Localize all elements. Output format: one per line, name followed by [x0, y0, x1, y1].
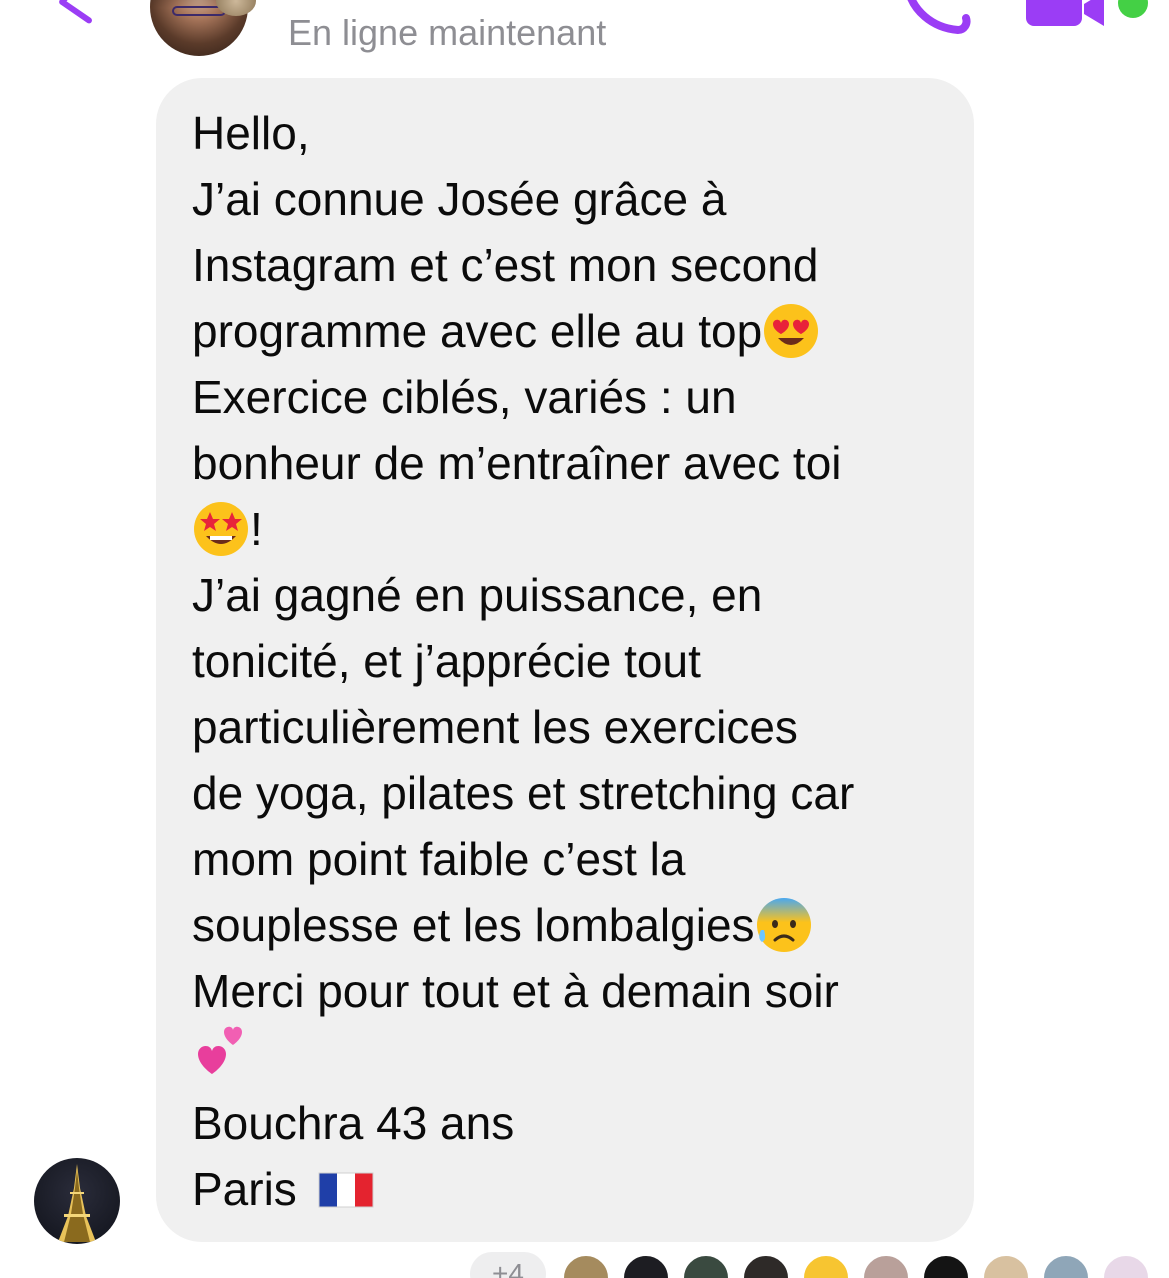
message-line: J’ai gagné en puissance, en: [192, 569, 763, 621]
anxious-sweat-emoji: [755, 896, 813, 954]
message-line: Bouchra 43 ans: [192, 1097, 515, 1149]
two-hearts-emoji: [192, 1024, 250, 1082]
reader-avatar: [862, 1254, 910, 1278]
message-line: Hello,: [192, 107, 310, 159]
france-flag-emoji: [317, 1160, 375, 1218]
reader-avatar: [1042, 1254, 1090, 1278]
reader-avatar: [922, 1254, 970, 1278]
message-line: programme avec elle au top: [192, 298, 820, 364]
message-line: Exercice ciblés, variés : un: [192, 371, 737, 423]
reader-avatar: [742, 1254, 790, 1278]
chevron-left-icon[interactable]: [52, 0, 100, 26]
message-line: particulièrement les exercices: [192, 701, 798, 753]
reader-avatar: [562, 1254, 610, 1278]
message-line: souplesse et les lombalgies: [192, 892, 813, 958]
reader-avatar: [982, 1254, 1030, 1278]
online-status: En ligne maintenant: [288, 12, 607, 53]
heart-eyes-emoji: [762, 302, 820, 360]
video-camera-icon[interactable]: [1020, 0, 1110, 30]
message-line: [192, 1024, 250, 1082]
message-line: Instagram et c’est mon second: [192, 239, 819, 291]
message-line: !: [192, 496, 263, 562]
read-receipts[interactable]: +4: [470, 1252, 1160, 1278]
sender-avatar[interactable]: [34, 1158, 120, 1244]
conversation-screen: En ligne maintenant Hello, J’ai connue J…: [0, 0, 1169, 1278]
star-struck-emoji: [192, 500, 250, 558]
more-readers-count[interactable]: +4: [470, 1252, 546, 1278]
message-line: J’ai connue Josée grâce à: [192, 173, 727, 225]
online-indicator: [1118, 0, 1148, 18]
message-line: de yoga, pilates et stretching car: [192, 767, 855, 819]
reader-avatar: [1102, 1254, 1150, 1278]
phone-icon[interactable]: [902, 0, 972, 36]
reader-avatar: [802, 1254, 850, 1278]
message-line: Paris: [192, 1156, 375, 1222]
message-line: Merci pour tout et à demain soir: [192, 965, 839, 1017]
message-line: tonicité, et j’apprécie tout: [192, 635, 701, 687]
message-line: mom point faible c’est la: [192, 833, 686, 885]
conversation-header: En ligne maintenant: [0, 0, 1169, 66]
message-line: bonheur de m’entraîner avec toi: [192, 437, 842, 489]
reader-avatar: [622, 1254, 670, 1278]
reader-avatar: [682, 1254, 730, 1278]
